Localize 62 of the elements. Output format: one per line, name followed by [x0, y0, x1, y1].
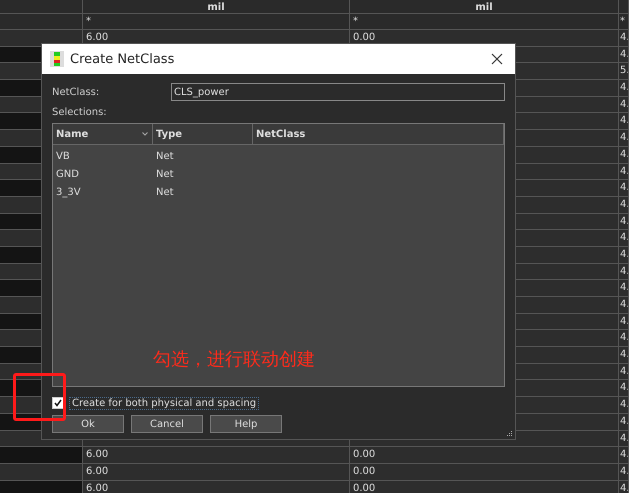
- table-cell: 4.: [619, 380, 629, 398]
- table-cell: 4.: [619, 164, 629, 180]
- table-cell: *: [350, 14, 619, 30]
- table-cell: 4.: [619, 414, 629, 430]
- table-cell: 4.: [619, 80, 629, 97]
- table-cell: 5.: [619, 63, 629, 80]
- table-cell: 6.00: [83, 447, 350, 464]
- table-cell: 6.00: [83, 464, 350, 481]
- table-cell: 4.: [619, 230, 629, 247]
- table-cell: 4.: [619, 196, 629, 214]
- table-cell: 4.: [619, 314, 629, 330]
- table-icon: [50, 51, 64, 67]
- table-cell: 4.: [619, 96, 629, 114]
- table-cell: 4.: [619, 146, 629, 164]
- table-cell: 4.: [619, 180, 629, 197]
- table-cell: 4.: [619, 214, 629, 230]
- table-cell: 4.: [619, 464, 629, 481]
- checkbox[interactable]: [52, 397, 64, 409]
- section-label: Selections:: [52, 107, 108, 120]
- table-cell: 4.: [619, 297, 629, 314]
- table-cell: 4.: [619, 246, 629, 264]
- table-cell: 0.00: [350, 480, 619, 493]
- table-cell: 6.00: [83, 480, 350, 493]
- table-cell: 0.00: [350, 447, 619, 464]
- table-cell: 4.: [619, 46, 629, 64]
- table-cell: 4.: [619, 364, 629, 380]
- table-cell-text: Net: [155, 168, 175, 180]
- table-cell: 4.: [619, 280, 629, 297]
- field-label: NetClass:: [52, 86, 100, 98]
- table-cell-text: 3_3V: [55, 186, 82, 198]
- table-cell-text: Net: [155, 186, 175, 198]
- dialog-button[interactable]: Help: [210, 415, 282, 433]
- table-cell: *: [83, 14, 350, 30]
- netclass-field[interactable]: CLS_power: [171, 83, 505, 101]
- table-cell: 4.: [619, 397, 629, 414]
- dialog-button[interactable]: Cancel: [131, 415, 203, 433]
- column-header[interactable]: Name: [53, 124, 153, 144]
- table-cell-text: Net: [155, 150, 175, 162]
- table-cell: 4.: [619, 113, 629, 130]
- annotation-text: 勾选，进行联动创建: [153, 348, 315, 371]
- table-cell-text: VB: [55, 150, 71, 162]
- table-cell: 4.: [619, 480, 629, 493]
- table-cell: 4.: [619, 264, 629, 280]
- table-cell: *: [619, 14, 629, 30]
- table-cell: 4.: [619, 130, 629, 147]
- table-cell: mil: [350, 0, 619, 14]
- table-cell-text: GND: [55, 168, 80, 180]
- column-header[interactable]: NetClass: [253, 124, 504, 144]
- highlight-frame: [13, 373, 66, 421]
- table-cell: 0.00: [350, 464, 619, 481]
- table-cell: 4.: [619, 30, 629, 47]
- close-button[interactable]: [489, 51, 505, 67]
- dialog-button[interactable]: Ok: [52, 415, 124, 433]
- column-header[interactable]: Type: [153, 124, 253, 144]
- table-cell: 4.: [619, 347, 629, 364]
- table-cell: 4.: [619, 430, 629, 448]
- table-cell: 4.: [619, 330, 629, 348]
- table-cell: mil: [83, 0, 350, 14]
- table-cell: 4.: [619, 447, 629, 464]
- sort-icon: [142, 132, 148, 136]
- checkbox-label[interactable]: Create for both physical and spacing: [69, 396, 260, 410]
- window-title: Create NetClass: [70, 52, 176, 66]
